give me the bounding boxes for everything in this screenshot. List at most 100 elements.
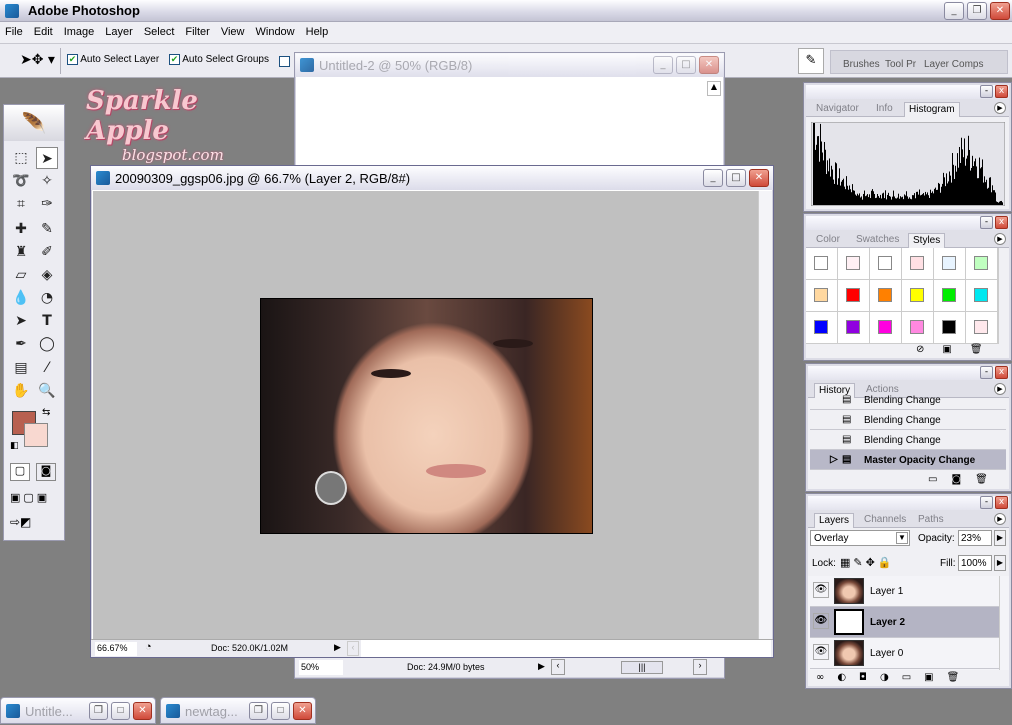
layer-row[interactable]: 👁 Layer 1 xyxy=(810,576,1000,607)
styles-scrollbar[interactable] xyxy=(998,248,1009,344)
palette-tab-layer-comps[interactable]: Layer Comps xyxy=(924,59,983,70)
restore-button[interactable]: ❐ xyxy=(967,2,987,20)
minimize-button[interactable]: _ xyxy=(653,56,673,74)
ellipse-tool-icon[interactable]: ◯ xyxy=(36,333,58,355)
clone-stamp-icon[interactable]: ♜ xyxy=(10,241,32,263)
style-cell[interactable] xyxy=(838,248,870,280)
palette-tab-brushes[interactable]: Brushes xyxy=(843,59,880,70)
tab-navigator[interactable]: Navigator xyxy=(812,102,863,117)
zoom-field[interactable]: 66.67% xyxy=(95,642,137,656)
notes-tool-icon[interactable]: ▤ xyxy=(10,357,32,379)
style-cell[interactable] xyxy=(902,248,934,280)
dodge-tool-icon[interactable]: ◔ xyxy=(36,287,58,309)
close-panel-button[interactable]: x xyxy=(995,496,1008,509)
tab-color[interactable]: Color xyxy=(812,233,844,248)
style-cell[interactable] xyxy=(870,280,902,312)
minimize-panel-button[interactable]: - xyxy=(980,366,993,379)
palette-well-icon[interactable]: ✎ xyxy=(798,48,824,74)
auto-select-groups-checkbox[interactable]: ✔ xyxy=(169,54,180,65)
canvas-area[interactable] xyxy=(93,191,758,639)
scroll-up-button[interactable]: ▲ xyxy=(707,81,721,96)
eyedropper-icon[interactable]: ⁄ xyxy=(36,357,58,379)
auto-select-layer-checkbox[interactable]: ✔ xyxy=(67,54,78,65)
hand-tool-icon[interactable]: ✋ xyxy=(10,380,32,402)
status-menu-arrow[interactable]: ▶ xyxy=(334,642,341,653)
style-cell[interactable] xyxy=(838,280,870,312)
minimize-button[interactable]: _ xyxy=(944,2,964,20)
crop-tool-icon[interactable]: ⌗ xyxy=(10,193,32,215)
tab-layers[interactable]: Layers xyxy=(814,513,855,528)
palette-tab-tool-presets[interactable]: Tool Pr xyxy=(885,59,916,70)
paint-bucket-icon[interactable]: ◈ xyxy=(36,264,58,286)
auto-select-groups-option[interactable]: ✔ Auto Select Groups xyxy=(169,54,269,65)
style-cell[interactable] xyxy=(966,312,998,344)
menu-file[interactable]: File xyxy=(0,22,29,38)
layer-row[interactable]: 👁 Layer 0 xyxy=(810,638,1000,669)
healing-brush-icon[interactable]: ✚ xyxy=(10,218,32,240)
fill-field[interactable]: 100% xyxy=(958,555,992,571)
style-cell[interactable] xyxy=(902,280,934,312)
quick-mask-icon[interactable]: ◙ xyxy=(36,463,56,481)
menu-filter[interactable]: Filter xyxy=(180,22,215,38)
menu-view[interactable]: View xyxy=(216,22,251,38)
pen-tool-icon[interactable]: ✒ xyxy=(10,333,32,355)
style-cell[interactable] xyxy=(934,248,966,280)
history-footer-icons[interactable]: ▭◙🗑 xyxy=(928,474,1002,485)
tab-swatches[interactable]: Swatches xyxy=(852,233,903,248)
history-item[interactable]: ▤ Blending Change xyxy=(810,394,1006,410)
move-tool-icon[interactable]: ➤ xyxy=(36,147,58,169)
style-cell[interactable] xyxy=(870,312,902,344)
close-button[interactable]: ✕ xyxy=(699,56,719,74)
type-tool-icon[interactable]: T xyxy=(36,310,58,332)
style-cell[interactable] xyxy=(934,312,966,344)
layers-scrollbar[interactable] xyxy=(999,576,1009,670)
lasso-tool-icon[interactable]: ➰ xyxy=(10,170,32,192)
scroll-left-button[interactable]: ‹ xyxy=(551,659,565,675)
auto-select-layer-option[interactable]: ✔ Auto Select Layer xyxy=(67,54,159,65)
close-panel-button[interactable]: x xyxy=(995,85,1008,98)
tab-paths[interactable]: Paths xyxy=(914,513,948,528)
visibility-eye-icon[interactable]: 👁 xyxy=(813,613,829,629)
vertical-scrollbar[interactable] xyxy=(758,191,772,639)
lock-icons[interactable]: ▦✎✥🔒 xyxy=(840,556,895,569)
scroll-right-button[interactable]: › xyxy=(693,659,707,675)
history-brush-icon[interactable]: ✐ xyxy=(36,241,58,263)
path-selection-icon[interactable]: ➤ xyxy=(10,310,32,332)
style-cell[interactable] xyxy=(966,280,998,312)
minimize-panel-button[interactable]: - xyxy=(980,85,993,98)
brush-tool-icon[interactable]: ✎ xyxy=(36,218,58,240)
layer-row-selected[interactable]: 👁 Layer 2 xyxy=(810,607,1000,638)
default-colors-icon[interactable]: ◧ xyxy=(10,441,19,451)
maximize-button[interactable]: □ xyxy=(271,702,290,720)
tab-info[interactable]: Info xyxy=(872,102,897,117)
style-cell[interactable] xyxy=(806,312,838,344)
magic-wand-icon[interactable]: ✧ xyxy=(36,170,58,192)
menu-image[interactable]: Image xyxy=(59,22,101,38)
minimize-panel-button[interactable]: - xyxy=(980,216,993,229)
menu-window[interactable]: Window xyxy=(251,22,301,38)
styles-footer-icons[interactable]: ⊘▣🗑 xyxy=(916,344,1001,355)
restore-button[interactable]: ❐ xyxy=(249,702,268,720)
status-menu-arrow[interactable]: ▶ xyxy=(538,661,545,672)
document-window-main[interactable]: 20090309_ggsp06.jpg @ 66.7% (Layer 2, RG… xyxy=(90,165,774,658)
panel-menu-button[interactable]: ▶ xyxy=(994,513,1006,525)
style-cell[interactable] xyxy=(838,312,870,344)
scroll-left-button[interactable]: ‹ xyxy=(347,641,359,656)
standard-mode-icon[interactable]: ▢ xyxy=(10,463,30,481)
screen-mode-icons[interactable]: ▣▢▣ xyxy=(10,491,50,504)
eraser-tool-icon[interactable]: ▱ xyxy=(10,264,32,286)
close-button[interactable]: ✕ xyxy=(133,702,152,720)
close-panel-button[interactable]: x xyxy=(995,366,1008,379)
history-item[interactable]: ▤ Blending Change xyxy=(810,430,1006,450)
maximize-button[interactable]: □ xyxy=(676,56,696,74)
background-color-swatch[interactable] xyxy=(24,423,48,447)
history-item[interactable]: ▤ Blending Change xyxy=(810,410,1006,430)
menu-edit[interactable]: Edit xyxy=(29,22,59,38)
style-cell[interactable] xyxy=(902,312,934,344)
minimize-button[interactable]: _ xyxy=(703,169,723,187)
move-tool-preset-icon[interactable]: ➤✥ ▾ xyxy=(20,52,55,68)
fill-slider-button[interactable]: ▶ xyxy=(994,555,1006,571)
minimized-window-untitled[interactable]: Untitle... ❐ □ ✕ xyxy=(0,697,156,724)
tab-histogram[interactable]: Histogram xyxy=(904,102,960,117)
style-cell[interactable] xyxy=(934,280,966,312)
